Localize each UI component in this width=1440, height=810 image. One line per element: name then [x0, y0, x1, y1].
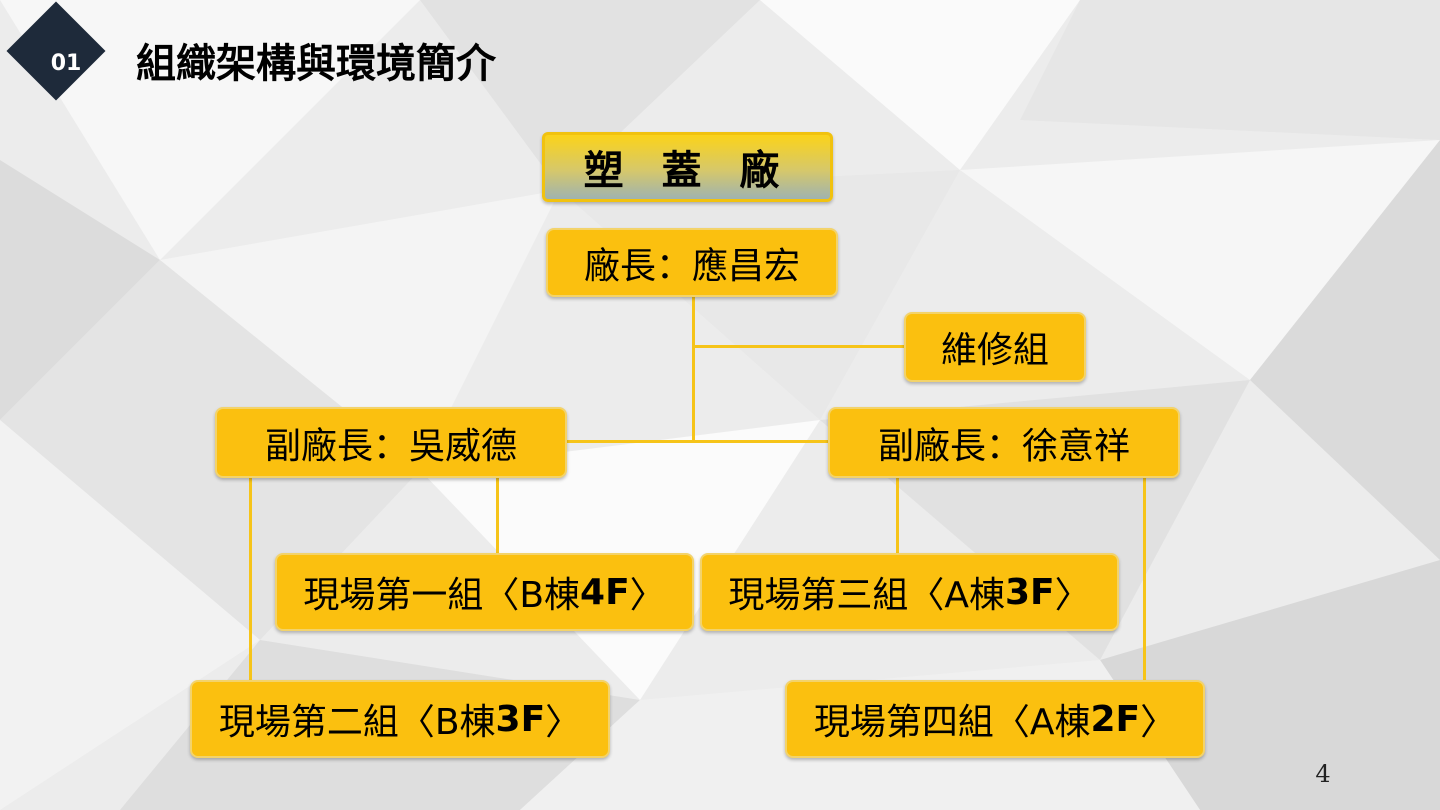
connector-group1 — [496, 477, 499, 553]
deputy-right-label: 副廠長：徐意祥 — [877, 425, 1130, 467]
connector-maintenance — [692, 345, 906, 348]
group4-end: 〉 — [1140, 702, 1177, 743]
group3-floor: 3F — [1004, 571, 1055, 613]
deputy-left-label: 副廠長：吳威德 — [264, 425, 517, 467]
group2-end: 〉 — [545, 702, 582, 743]
connector-group2 — [249, 477, 252, 681]
group3-box: 現場第三組〈A棟 3F 〉 — [700, 553, 1119, 631]
group4-name: 現場第四組〈A棟 — [813, 702, 1091, 743]
page-title: 組織架構與環境簡介 — [136, 41, 496, 87]
connector-group3 — [896, 477, 899, 553]
group2-name: 現場第二組〈B棟 — [218, 702, 496, 743]
deputy-right-box: 副廠長：徐意祥 — [828, 407, 1180, 478]
maintenance-box: 維修組 — [904, 312, 1086, 382]
group3-name: 現場第三組〈A棟 — [728, 575, 1005, 616]
group1-end: 〉 — [629, 575, 666, 616]
group3-end: 〉 — [1054, 575, 1091, 616]
group4-box: 現場第四組〈A棟 2F 〉 — [785, 680, 1205, 758]
page-number: 4 — [1315, 760, 1331, 788]
director-label: 廠長：應昌宏 — [583, 245, 800, 287]
group1-box: 現場第一組〈B棟 4F 〉 — [275, 553, 694, 631]
root-box: 塑 蓋 廠 — [542, 132, 833, 202]
group2-box: 現場第二組〈B棟 3F 〉 — [190, 680, 610, 758]
group4-floor: 2F — [1090, 698, 1141, 740]
director-box: 廠長：應昌宏 — [546, 228, 838, 297]
group2-floor: 3F — [495, 698, 546, 740]
connector-group4 — [1143, 477, 1146, 681]
deputy-left-box: 副廠長：吳威德 — [215, 407, 567, 478]
section-number: 01 — [50, 51, 82, 76]
connector-director-trunk — [692, 296, 695, 442]
group1-floor: 4F — [580, 571, 630, 613]
group1-name: 現場第一組〈B棟 — [303, 575, 581, 616]
connector-deputies — [565, 440, 830, 443]
root-label: 塑 蓋 廠 — [583, 148, 792, 194]
maintenance-label: 維修組 — [940, 330, 1049, 371]
